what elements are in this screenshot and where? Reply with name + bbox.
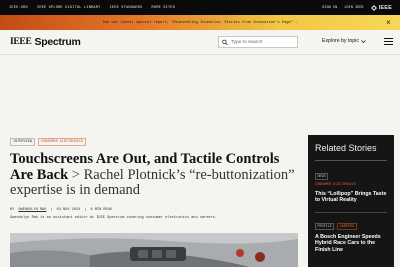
kicker-careers[interactable]: CAREERS bbox=[337, 223, 357, 230]
join-ieee-link[interactable]: JOIN IEEE bbox=[344, 6, 363, 10]
kicker-news[interactable]: NEWS bbox=[315, 173, 329, 180]
author-link[interactable]: GWENDOLYN RAK bbox=[18, 208, 46, 212]
divider bbox=[315, 160, 387, 161]
related-stories-panel: Related Stories NEWS CONSUMER ELECTRONIC… bbox=[308, 135, 394, 267]
promo-banner[interactable]: See our latest special report, “Reinvent… bbox=[0, 15, 400, 30]
article-headline: Touchscreens Are Out, and Tactile Contro… bbox=[10, 151, 300, 199]
site-logo-ieee: IEEE bbox=[10, 37, 32, 47]
car-dashboard-image bbox=[10, 233, 298, 267]
byline-dot-2: | bbox=[84, 208, 87, 212]
utility-link-ieee-org[interactable]: IEEE.ORG bbox=[9, 6, 28, 10]
related-stories-title: Related Stories bbox=[315, 143, 377, 153]
read-time: 6 MIN READ bbox=[90, 208, 113, 212]
utility-link-standards[interactable]: IEEE STANDARDS bbox=[110, 6, 143, 10]
story-headline-link[interactable]: This “Lollipop” Brings Taste to Virtual … bbox=[315, 191, 387, 204]
sign-in-link[interactable]: SIGN IN bbox=[322, 6, 337, 10]
utility-links: IEEE.ORG IEEE XPLORE DIGITAL LIBRARY IEE… bbox=[9, 0, 175, 15]
related-story-2[interactable]: PROFILE CAREERS A Bosch Engineer Speeds … bbox=[315, 223, 387, 253]
byline-dot: | bbox=[50, 208, 53, 212]
hamburger-menu-icon[interactable] bbox=[384, 38, 393, 45]
hero-image bbox=[10, 233, 298, 267]
article-tags: INTERVIEW CONSUMER ELECTRONICS bbox=[10, 138, 86, 146]
site-logo-spectrum: Spectrum bbox=[34, 36, 81, 48]
utility-right: SIGN IN JOIN IEEE IEEE bbox=[322, 0, 392, 15]
explore-label: Explore by topic bbox=[322, 38, 359, 44]
ieee-diamond-icon bbox=[370, 4, 377, 11]
byline: BY GWENDOLYN RAK | 03 NOV 2024 | 6 MIN R… bbox=[10, 208, 112, 212]
author-bio: Gwendolyn Rak is an assistant editor at … bbox=[10, 216, 218, 220]
publish-date: 03 NOV 2024 bbox=[56, 208, 81, 212]
story-kickers: NEWS bbox=[315, 173, 387, 180]
close-icon[interactable]: × bbox=[384, 18, 393, 27]
utility-link-xplore[interactable]: IEEE XPLORE DIGITAL LIBRARY bbox=[37, 6, 101, 10]
search-input[interactable] bbox=[231, 39, 297, 45]
search-icon[interactable] bbox=[222, 39, 228, 46]
explore-by-topic-button[interactable]: Explore by topic bbox=[322, 38, 366, 44]
story-category[interactable]: CONSUMER ELECTRONICS bbox=[315, 183, 387, 187]
kicker-profile[interactable]: PROFILE bbox=[315, 223, 335, 230]
search-box[interactable] bbox=[218, 36, 298, 48]
chevron-down-icon bbox=[361, 39, 366, 43]
tag-interview[interactable]: INTERVIEW bbox=[10, 138, 35, 146]
divider bbox=[315, 211, 387, 213]
story-headline-link[interactable]: A Bosch Engineer Speeds Hybrid Race Cars… bbox=[315, 234, 387, 253]
related-story-1[interactable]: NEWS CONSUMER ELECTRONICS This “Lollipop… bbox=[315, 173, 387, 213]
byline-prefix: BY bbox=[10, 208, 15, 212]
site-logo[interactable]: IEEE Spectrum bbox=[10, 36, 81, 48]
top-utility-bar: IEEE.ORG IEEE XPLORE DIGITAL LIBRARY IEE… bbox=[0, 0, 400, 15]
utility-link-more-sites[interactable]: MORE SITES bbox=[152, 6, 176, 10]
ieee-logo-text: IEEE bbox=[378, 4, 392, 11]
site-header: IEEE Spectrum Explore by topic bbox=[0, 30, 400, 55]
headline-separator: > bbox=[71, 166, 80, 183]
story-kickers: PROFILE CAREERS bbox=[315, 223, 387, 230]
ieee-logo[interactable]: IEEE bbox=[370, 4, 392, 11]
tag-consumer-electronics[interactable]: CONSUMER ELECTRONICS bbox=[37, 138, 86, 146]
promo-banner-text[interactable]: See our latest special report, “Reinvent… bbox=[0, 15, 400, 30]
